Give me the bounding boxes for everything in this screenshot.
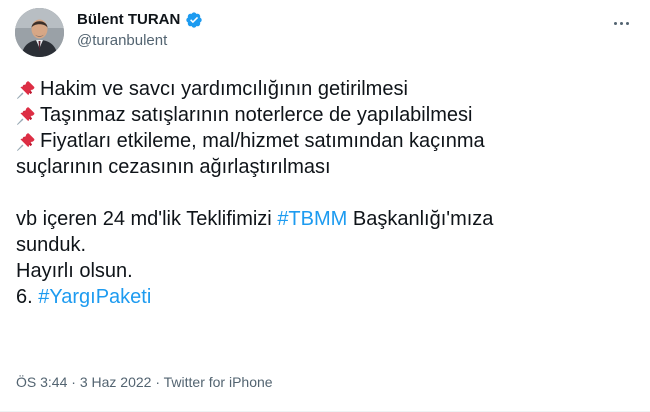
meta-separator-2: · xyxy=(151,374,164,390)
author-avatar[interactable] xyxy=(15,8,64,57)
pushpin-icon xyxy=(17,107,35,125)
bullet-line-1: Hakim ve savcı yardımcılığının getirilme… xyxy=(16,76,636,102)
paragraph-suffix: Başkanlığı'mıza xyxy=(347,208,494,230)
bullet-line-3: Fiyatları etkileme, mal/hizmet satımında… xyxy=(16,128,636,154)
hashtag-tbmm-link[interactable]: #TBMM xyxy=(277,208,347,230)
verified-badge-icon xyxy=(186,12,203,28)
closing-line: Hayırlı olsun. xyxy=(16,260,133,282)
final-prefix: 6. xyxy=(16,286,39,308)
hashtag-yargipaketi-link[interactable]: #YargıPaketi xyxy=(38,286,151,308)
final-line: 6. #YargıPaketi xyxy=(16,284,636,310)
pushpin-icon xyxy=(17,133,35,151)
author-display-name[interactable]: Bülent TURAN xyxy=(77,10,180,30)
more-icon xyxy=(613,21,617,25)
tweet-metadata: ÖS 3:44 · 3 Haz 2022 · Twitter for iPhon… xyxy=(16,373,273,391)
paragraph-prefix: vb içeren 24 md'lik Teklifimizi xyxy=(16,208,278,230)
tweet-date-link[interactable]: 3 Haz 2022 xyxy=(80,374,152,390)
more-options-button[interactable] xyxy=(606,8,636,38)
pushpin-icon xyxy=(17,81,35,99)
tweet-card: Bülent TURAN @turanbulent Hakim ve savcı… xyxy=(0,0,650,412)
more-icon-dot-2 xyxy=(619,21,623,25)
tweet-text: Hakim ve savcı yardımcılığının getirilme… xyxy=(16,76,636,310)
bullet-text-1: Hakim ve savcı yardımcılığının getirilme… xyxy=(40,78,408,100)
paragraph-line-1: vb içeren 24 md'lik Teklifimizi #TBMM Ba… xyxy=(16,206,636,232)
tweet-source-link[interactable]: Twitter for iPhone xyxy=(164,374,273,390)
more-icon-dot-3 xyxy=(625,21,629,25)
bullet-text-2: Taşınmaz satışlarının noterlerce de yapı… xyxy=(40,104,473,126)
bullet-line-2: Taşınmaz satışlarının noterlerce de yapı… xyxy=(16,102,636,128)
profile-photo-icon xyxy=(15,8,64,57)
author-handle[interactable]: @turanbulent xyxy=(77,31,167,51)
bullet-text-3: Fiyatları etkileme, mal/hizmet satımında… xyxy=(40,130,485,152)
tweet-timestamp-link[interactable]: ÖS 3:44 xyxy=(16,374,67,390)
author-name-row: Bülent TURAN xyxy=(77,10,203,30)
meta-separator: · xyxy=(67,374,80,390)
paragraph-line-2: sunduk. xyxy=(16,234,87,256)
bullet-continuation: suçlarının cezasının ağırlaştırılması xyxy=(16,156,331,178)
